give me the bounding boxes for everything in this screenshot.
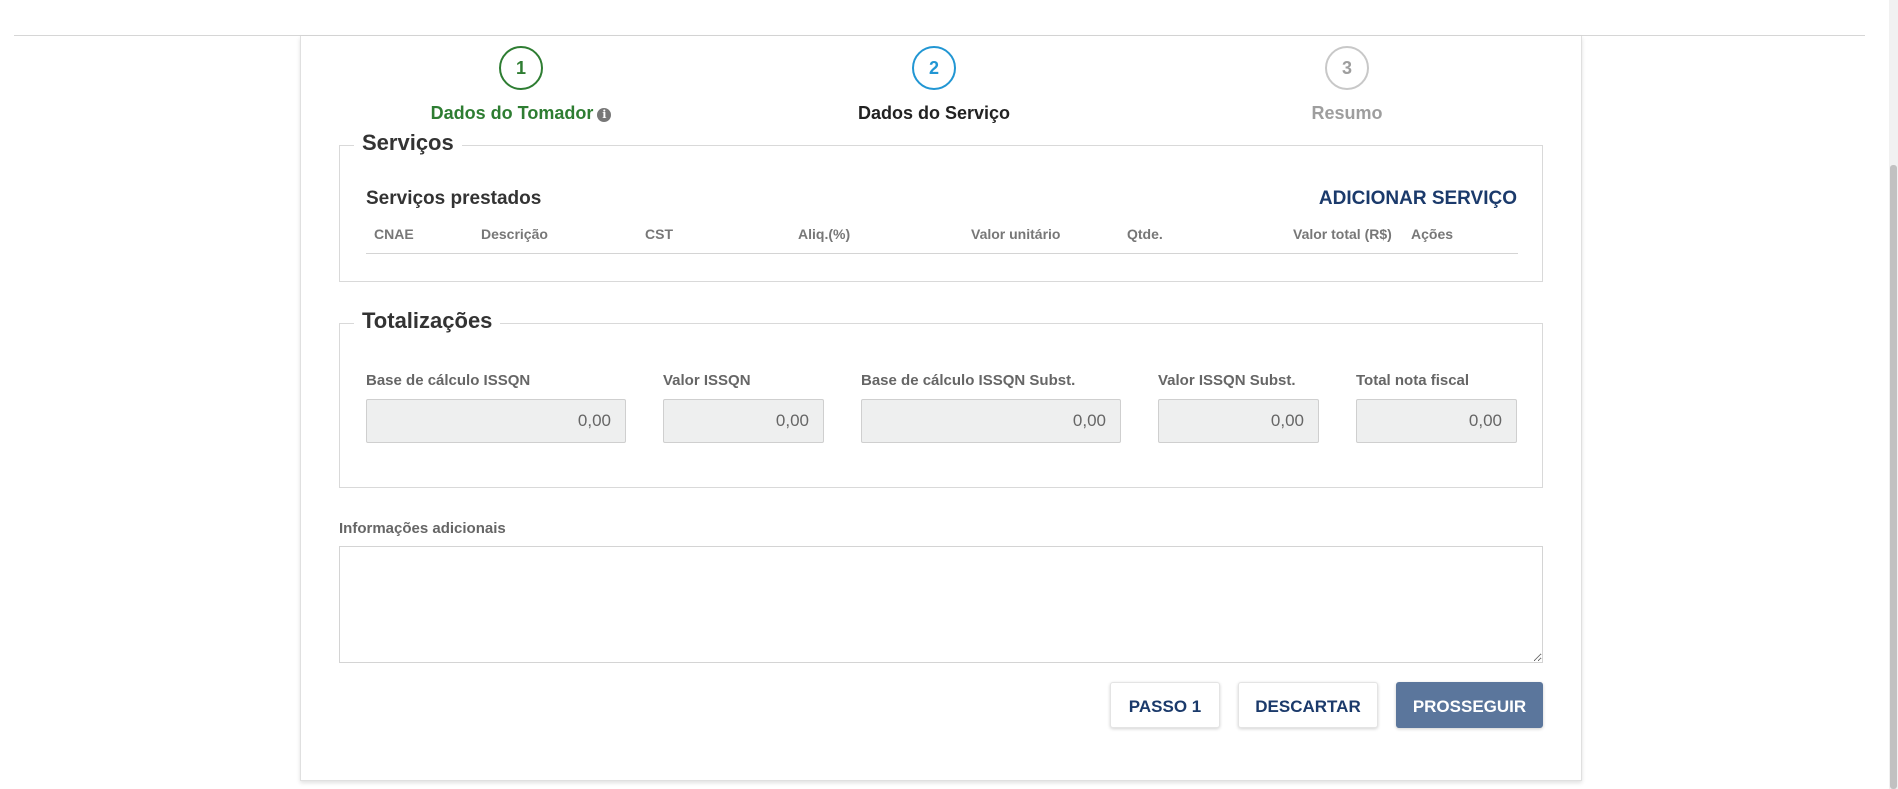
column-header-valor-total[interactable]: Valor total (R$) [1293,226,1392,242]
valor-issqn-subst-field[interactable] [1158,399,1319,443]
column-header-valor-unitario[interactable]: Valor unitário [971,226,1060,242]
info-circle-icon[interactable]: i [597,108,612,122]
column-header-aliq[interactable]: Aliq.(%) [798,226,850,242]
column-header-cst[interactable]: CST [645,226,673,242]
totals-legend: Totalizações [354,308,501,334]
base-calculo-issqn-subst-label: Base de cálculo ISSQN Subst. [861,372,1076,389]
step-3-label: Resumo [1311,103,1383,123]
step-2[interactable]: 2 Dados do Serviço [814,46,1054,124]
step-1-number: 1 [499,46,543,90]
page-scrollbar[interactable] [1889,0,1898,789]
valor-issqn-label: Valor ISSQN [663,372,751,389]
base-calculo-issqn-label: Base de cálculo ISSQN [366,372,531,389]
step-1[interactable]: 1 Dados do Tomador i [401,46,641,124]
step-3[interactable]: 3 Resumo [1227,46,1467,124]
valor-issqn-field[interactable] [663,399,824,443]
step-2-label: Dados do Serviço [857,103,1011,123]
step-2-number: 2 [912,46,956,90]
column-header-cnae[interactable]: CNAE [374,226,414,242]
discard-button[interactable]: DESCARTAR [1238,682,1378,728]
add-service-link[interactable]: ADICIONAR SERVIÇO [1319,188,1517,210]
total-nota-fiscal-field[interactable] [1356,399,1517,443]
column-header-descricao[interactable]: Descrição [481,226,548,242]
services-legend: Serviços [354,130,462,156]
column-header-acoes: Ações [1411,226,1454,242]
additional-info-label: Informações adicionais [339,520,506,537]
base-calculo-issqn-subst-field[interactable] [861,399,1121,443]
service-form-card: 1 Dados do Tomador i 2 Dados do Serviço 3… [300,36,1582,781]
step-3-number: 3 [1325,46,1369,90]
totals-fieldset: Totalizações Base de cálculo ISSQN Valor… [339,308,1543,488]
services-fieldset: Serviços Serviços prestados ADICIONAR SE… [339,130,1543,282]
table-header-divider [366,253,1518,254]
services-subtitle: Serviços prestados [366,188,542,209]
valor-issqn-subst-label: Valor ISSQN Subst. [1158,372,1296,389]
step1-button[interactable]: PASSO 1 [1110,682,1220,728]
step-1-label-row: Dados do Tomador i [401,103,641,124]
additional-info-textarea[interactable] [339,546,1543,663]
total-nota-fiscal-label: Total nota fiscal [1356,372,1470,389]
scrollbar-thumb[interactable] [1890,165,1897,789]
step-1-label: Dados do Tomador [430,103,594,123]
proceed-button[interactable]: PROSSEGUIR [1396,682,1543,728]
column-header-qtde[interactable]: Qtde. [1127,226,1163,242]
base-calculo-issqn-field[interactable] [366,399,626,443]
